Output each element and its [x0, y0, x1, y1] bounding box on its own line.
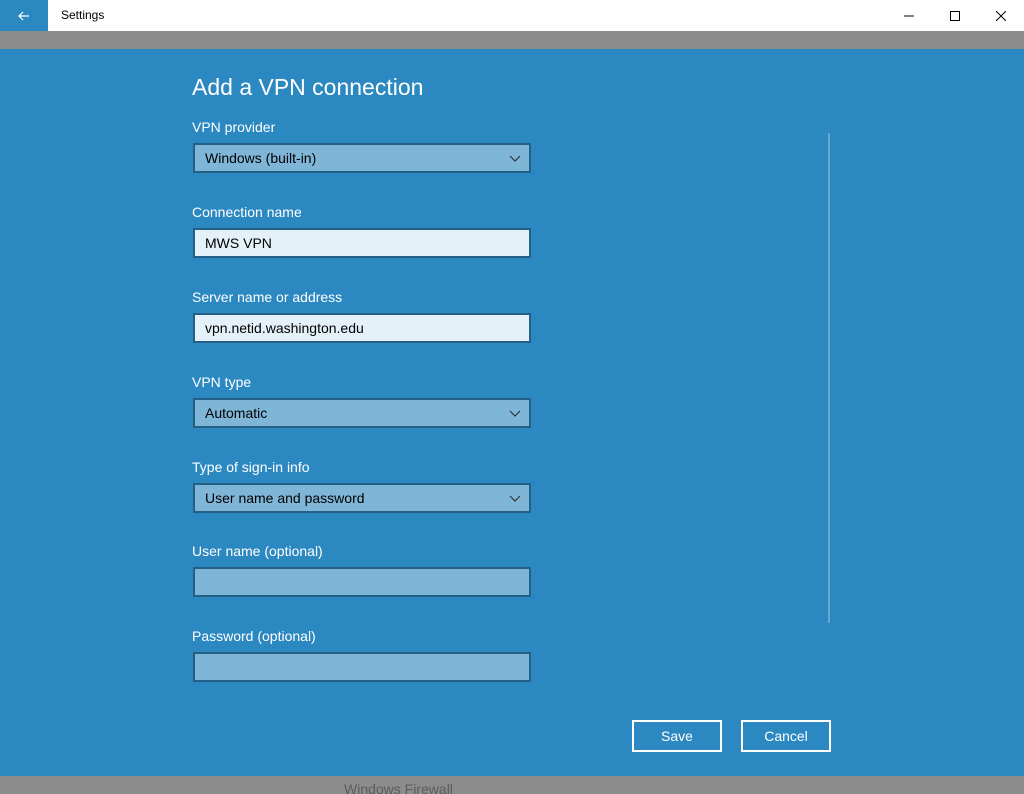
chevron-down-icon [509, 410, 521, 417]
close-button[interactable] [978, 0, 1024, 31]
app-title: Settings [61, 8, 105, 22]
vpn-provider-value: Windows (built-in) [205, 150, 317, 166]
vpn-type-label: VPN type [192, 374, 252, 390]
background-window-strip: Windows Firewall [0, 776, 1024, 794]
maximize-icon [950, 10, 960, 21]
chevron-down-icon [509, 155, 521, 162]
vpn-type-value: Automatic [205, 405, 268, 421]
vpn-provider-label: VPN provider [192, 119, 276, 135]
minimize-button[interactable] [886, 0, 932, 31]
background-window-strip [0, 31, 1024, 49]
server-label: Server name or address [192, 289, 343, 305]
title-bar: Settings [0, 0, 1024, 31]
signin-type-dropdown[interactable]: User name and password [193, 483, 531, 513]
username-field[interactable] [193, 567, 531, 597]
password-field[interactable] [193, 652, 531, 682]
signin-type-label: Type of sign-in info [192, 459, 310, 475]
close-icon [996, 10, 1006, 21]
chevron-down-icon [509, 495, 521, 502]
minimize-icon [904, 15, 914, 16]
vpn-type-dropdown[interactable]: Automatic [193, 398, 531, 428]
scrollbar[interactable] [828, 133, 830, 623]
background-window-title: Windows Firewall [344, 781, 453, 794]
connection-name-field[interactable]: MWS VPN [193, 228, 531, 258]
page-title: Add a VPN connection [192, 74, 424, 100]
password-label: Password (optional) [192, 628, 316, 644]
cancel-button[interactable]: Cancel [741, 720, 831, 752]
back-arrow-icon [18, 11, 29, 20]
connection-name-label: Connection name [192, 204, 302, 220]
server-value: vpn.netid.washington.edu [205, 320, 364, 336]
save-button[interactable]: Save [632, 720, 722, 752]
server-field[interactable]: vpn.netid.washington.edu [193, 313, 531, 343]
back-button[interactable] [0, 0, 48, 31]
maximize-button[interactable] [932, 0, 978, 31]
vpn-provider-dropdown[interactable]: Windows (built-in) [193, 143, 531, 173]
username-label: User name (optional) [192, 543, 323, 559]
connection-name-value: MWS VPN [205, 235, 272, 251]
signin-type-value: User name and password [205, 490, 365, 506]
